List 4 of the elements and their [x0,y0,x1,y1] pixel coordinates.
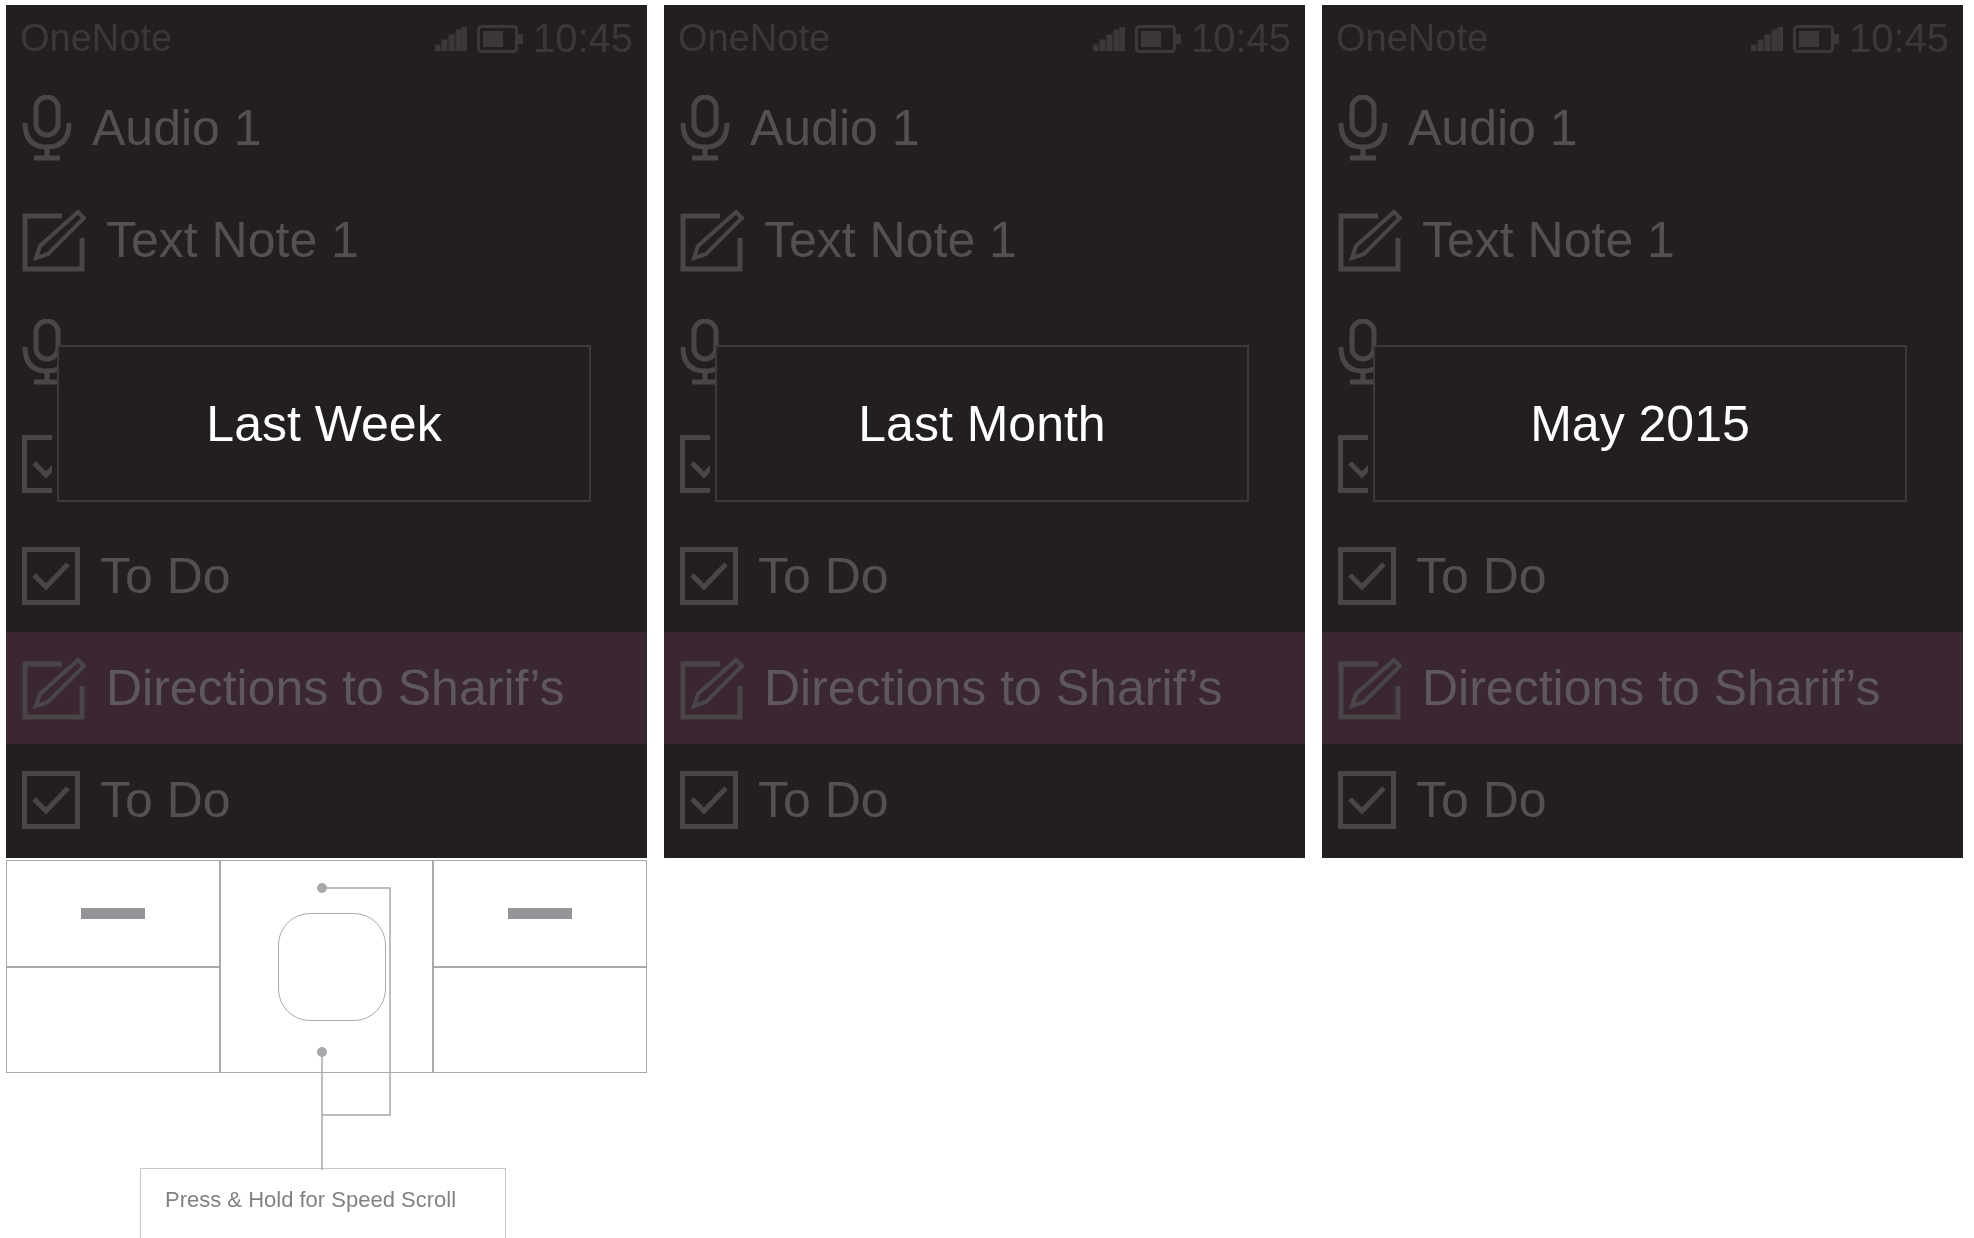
popup-label: Last Week [206,394,442,453]
popup-label: May 2015 [1530,394,1750,453]
popup-label: Last Month [858,394,1106,453]
callout-text: Press & Hold for Speed Scroll [165,1187,457,1212]
